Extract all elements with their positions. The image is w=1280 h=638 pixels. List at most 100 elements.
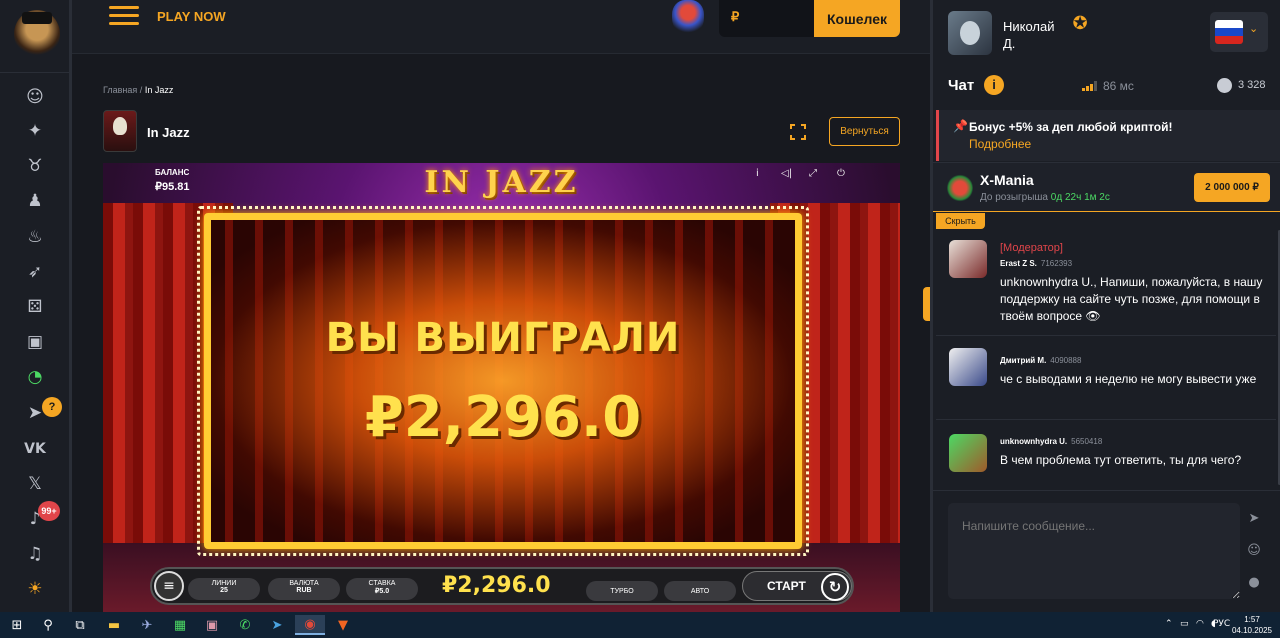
emoji-icon[interactable]: ☺ bbox=[1246, 543, 1262, 559]
user-avatar[interactable] bbox=[948, 11, 992, 55]
tray-chevron-up-icon[interactable]: ⌃ bbox=[1165, 619, 1173, 629]
user-name[interactable]: Николай Д. bbox=[1003, 18, 1055, 52]
message-avatar[interactable] bbox=[949, 434, 987, 472]
send-icon[interactable]: ➤ bbox=[1246, 511, 1262, 527]
raffle-amount-button[interactable]: 2 000 000 ₽ bbox=[1194, 173, 1270, 202]
raffle-banner: X-Mania До розыгрыша 0д 22ч 1м 2с 2 000 … bbox=[933, 162, 1280, 212]
power-icon[interactable]: ⏻ bbox=[837, 168, 845, 179]
start-button[interactable]: СТАРТ ↻ bbox=[742, 571, 852, 601]
bet-value: ₽5.0 bbox=[374, 588, 390, 595]
cake-icon[interactable]: ♨ bbox=[24, 226, 46, 248]
chat-messages: [Модератор] Erast Z S. 7162393 unknownhyd… bbox=[936, 229, 1276, 489]
chat-message-input[interactable] bbox=[948, 503, 1240, 599]
x-icon[interactable]: 𝕏 bbox=[24, 473, 46, 495]
currency-selector[interactable]: ВАЛЮТА RUB bbox=[268, 578, 340, 600]
smile-icon[interactable]: ☺ bbox=[24, 86, 46, 108]
raffle-timer: 0д 22ч 1м 2с bbox=[1050, 192, 1110, 203]
bar-win-display: ₽2,296.0 bbox=[442, 573, 551, 598]
photo-app-icon[interactable]: ▣ bbox=[202, 615, 222, 635]
message-uid: 5650418 bbox=[1071, 437, 1103, 446]
rooster-mascot-icon[interactable] bbox=[672, 0, 704, 36]
expand-icon[interactable]: ⤢ bbox=[809, 168, 817, 179]
search-icon[interactable]: ⚲ bbox=[38, 615, 58, 635]
hide-raffle-button[interactable]: Скрыть bbox=[936, 213, 985, 229]
info-icon[interactable]: i bbox=[756, 168, 759, 179]
slot-machine-icon[interactable]: ▣ bbox=[24, 331, 46, 353]
fullscreen-icon[interactable] bbox=[789, 123, 807, 141]
lines-value: 25 bbox=[220, 587, 228, 594]
bet-label: СТАВКА bbox=[368, 580, 396, 587]
user-first-name: Николай bbox=[1003, 19, 1055, 34]
menu-burger-icon[interactable] bbox=[109, 6, 139, 26]
network-icon[interactable]: ▭ bbox=[1180, 619, 1189, 629]
language-selector[interactable]: ⌄ bbox=[1210, 12, 1268, 52]
ping-bars-icon bbox=[1082, 81, 1098, 91]
message-author[interactable]: Erast Z S. 7162393 bbox=[1000, 259, 1072, 268]
message-avatar[interactable] bbox=[949, 240, 987, 278]
game-frame[interactable]: IN JAZZ БАЛАНС ₽95.81 i ◁| ⤢ ⏻ ВЫ ВЫИГРА… bbox=[103, 163, 900, 612]
balance-currency: ₽ bbox=[731, 9, 740, 24]
breadcrumb: Главная / In Jazz bbox=[103, 85, 173, 95]
dice-icon[interactable]: ⚄ bbox=[24, 296, 46, 318]
spreadsheet-icon[interactable]: ▦ bbox=[170, 615, 190, 635]
wifi-icon[interactable]: ◠ bbox=[1196, 619, 1204, 629]
rocket-icon[interactable]: ➶ bbox=[24, 261, 46, 283]
message-uid: 7162393 bbox=[1040, 259, 1073, 268]
main-content: Главная / In Jazz In Jazz Вернуться IN J… bbox=[72, 54, 930, 612]
file-explorer-icon[interactable]: ▬ bbox=[104, 615, 124, 635]
game-control-bar: ≡ ЛИНИИ 25 ВАЛЮТА RUB СТАВКА ₽5.0 ₽2,296… bbox=[150, 567, 854, 605]
bet-selector[interactable]: СТАВКА ₽5.0 bbox=[346, 578, 418, 600]
promo-banner[interactable]: 📌 Бонус +5% за деп любой криптой! Подроб… bbox=[936, 110, 1280, 161]
back-button[interactable]: Вернуться bbox=[829, 117, 900, 146]
message-author[interactable]: Дмитрий М. 4090888 bbox=[1000, 356, 1081, 365]
user-icon[interactable]: ♟ bbox=[24, 190, 46, 212]
lightbulb-icon[interactable]: ☀ bbox=[24, 578, 46, 600]
logo-hat-icon bbox=[22, 12, 52, 24]
whatsapp-icon[interactable]: ✆ bbox=[235, 615, 255, 635]
clock-date: 04.10.2025 bbox=[1231, 626, 1273, 635]
message-role: [Модератор] bbox=[1000, 242, 1063, 254]
win-amount: ₽2,296.0 bbox=[364, 385, 642, 450]
sound-icon[interactable]: ♫ bbox=[24, 543, 46, 565]
taskbar-clock[interactable]: 1:57 04.10.2025 bbox=[1230, 614, 1274, 636]
windows-start-icon[interactable]: ⊞ bbox=[7, 615, 27, 635]
promo-more-link[interactable]: Подробнее bbox=[969, 137, 1031, 151]
game-balance-value: ₽95.81 bbox=[155, 181, 190, 193]
message-divider bbox=[936, 335, 1276, 336]
start-label: СТАРТ bbox=[767, 579, 806, 593]
brave-icon[interactable]: ▼ bbox=[333, 615, 353, 635]
app-root: ☺ ✦ ♉ ♟ ♨ ➶ ⚄ ▣ ◔ ➤ ? VK 𝕏 ♪ 99+ ♫ ☀ PLA… bbox=[0, 0, 1280, 612]
chrome-icon[interactable]: ◉ bbox=[295, 615, 325, 635]
play-now-link[interactable]: PLAY NOW bbox=[157, 9, 226, 24]
message-avatar[interactable] bbox=[949, 348, 987, 386]
tray-language[interactable]: РУС bbox=[1213, 619, 1230, 629]
online-users-icon bbox=[1217, 78, 1232, 93]
lines-label: ЛИНИИ bbox=[211, 580, 237, 587]
spin-icon[interactable]: ↻ bbox=[821, 573, 849, 601]
lines-selector[interactable]: ЛИНИИ 25 bbox=[188, 578, 260, 600]
app-icon[interactable]: ✈ bbox=[137, 615, 157, 635]
breadcrumb-current: In Jazz bbox=[144, 85, 174, 95]
auto-button[interactable]: АВТО bbox=[664, 581, 736, 601]
help-badge-icon[interactable]: ? bbox=[42, 397, 62, 417]
turbo-button[interactable]: ТУРБО bbox=[586, 581, 658, 601]
message-author[interactable]: unknownhydra U. 5650418 bbox=[1000, 437, 1102, 446]
chat-info-icon[interactable]: i bbox=[984, 75, 1004, 95]
game-menu-icon[interactable]: ≡ bbox=[154, 571, 184, 601]
raffle-countdown-prefix: До розыгрыша bbox=[980, 192, 1048, 203]
raffle-title: X-Mania bbox=[980, 172, 1034, 188]
breadcrumb-home[interactable]: Главная bbox=[103, 85, 137, 95]
speedometer-icon[interactable]: ◔ bbox=[24, 366, 46, 388]
pin-icon: 📌 bbox=[953, 119, 968, 133]
balance-display[interactable]: ₽ bbox=[719, 0, 814, 37]
vk-icon[interactable]: VK bbox=[24, 438, 46, 460]
task-view-icon[interactable]: ⧉ bbox=[70, 615, 90, 635]
rain-drop-icon[interactable]: ● bbox=[1246, 575, 1262, 591]
paytable-icon[interactable]: ◁| bbox=[781, 168, 792, 179]
bull-icon[interactable]: ♉ bbox=[24, 155, 46, 177]
rank-badge-icon[interactable]: ✪ bbox=[1065, 13, 1095, 35]
telegram-taskbar-icon[interactable]: ➤ bbox=[267, 615, 287, 635]
ticket-icon[interactable]: ✦ bbox=[24, 120, 46, 142]
wallet-button[interactable]: Кошелек bbox=[814, 0, 900, 37]
chat-input-area: ➤ ☺ ● bbox=[933, 490, 1280, 612]
